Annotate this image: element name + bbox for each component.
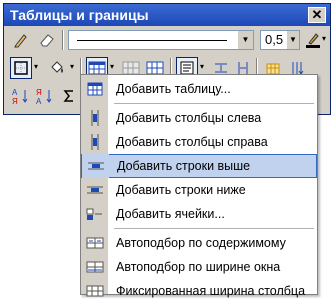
menu-item-fixed-column-width[interactable]: Фиксированная ширина столбца <box>81 279 317 299</box>
insert-table-icon <box>81 77 108 101</box>
menu-item-label: Добавить строки выше <box>117 159 251 173</box>
shading-color-icon[interactable] <box>46 57 68 79</box>
toolbar-row-1: ▼ 0,5 ▼ ▾ <box>4 26 330 54</box>
menu-item-label: Фиксированная ширина столбца <box>116 284 306 298</box>
line-weight-value: 0,5 <box>265 32 284 47</box>
line-style-dropdown[interactable]: ▼ <box>68 30 254 50</box>
chevron-down-icon[interactable]: ▾ <box>322 34 326 44</box>
svg-text:Я: Я <box>36 88 42 97</box>
menu-item-label: Автоподбор по ширине окна <box>116 260 281 274</box>
chevron-down-icon[interactable]: ▾ <box>110 62 114 72</box>
border-color-icon[interactable] <box>302 29 324 51</box>
sort-asc-icon[interactable]: АЯ <box>10 85 32 107</box>
menu-item-label: Автоподбор по содержимому <box>116 236 286 250</box>
svg-text:А: А <box>36 97 42 105</box>
menu-item-insert-rows-above[interactable]: Добавить строки выше <box>81 154 317 178</box>
menu-item-autofit-contents[interactable]: Автоподбор по содержимому <box>81 231 317 255</box>
svg-text:Я: Я <box>12 97 18 105</box>
chevron-down-icon: ▼ <box>237 31 253 49</box>
menu-item-insert-cells[interactable]: Добавить ячейки... <box>81 202 317 226</box>
menu-item-insert-table[interactable]: Добавить таблицу... <box>81 77 317 101</box>
svg-text:А: А <box>12 88 18 97</box>
toolbar-title-bar[interactable]: Таблицы и границы ✕ <box>4 4 330 26</box>
outside-border-icon[interactable] <box>10 57 32 79</box>
chevron-down-icon: ▼ <box>287 31 299 49</box>
chevron-down-icon[interactable]: ▾ <box>200 62 204 72</box>
autofit-contents-icon <box>81 231 108 255</box>
chevron-down-icon[interactable]: ▾ <box>34 62 38 72</box>
menu-item-insert-columns-right[interactable]: Добавить столбцы справа <box>81 130 317 154</box>
close-button[interactable]: ✕ <box>308 7 326 23</box>
menu-item-insert-columns-left[interactable]: Добавить столбцы слева <box>81 106 317 130</box>
chevron-down-icon[interactable]: ▾ <box>70 62 74 72</box>
insert-cells-icon <box>81 202 108 226</box>
insert-rows-below-icon <box>81 178 108 202</box>
menu-item-autofit-window[interactable]: Автоподбор по ширине окна <box>81 255 317 279</box>
insert-columns-right-icon <box>81 130 108 154</box>
fixed-column-width-icon <box>81 279 108 299</box>
autosum-icon[interactable] <box>58 85 80 107</box>
eraser-icon[interactable] <box>36 29 58 51</box>
menu-item-label: Добавить столбцы справа <box>116 135 268 149</box>
pencil-icon[interactable] <box>10 29 32 51</box>
line-weight-dropdown[interactable]: 0,5 ▼ <box>260 30 300 50</box>
screen: Таблицы и границы ✕ ▼ 0,5 ▼ ▾ ▾ ▾ ▾ ▾ А … <box>0 0 336 299</box>
toolbar-title: Таблицы и границы <box>10 7 149 23</box>
autofit-window-icon <box>81 255 108 279</box>
sort-desc-icon[interactable]: ЯА <box>34 85 56 107</box>
menu-item-label: Добавить столбцы слева <box>116 111 262 125</box>
menu-item-insert-rows-below[interactable]: Добавить строки ниже <box>81 178 317 202</box>
menu-item-label: Добавить ячейки... <box>116 207 225 221</box>
insert-table-menu: Добавить таблицу... Добавить столбцы сле… <box>80 74 318 298</box>
insert-rows-above-icon <box>82 154 109 178</box>
insert-columns-left-icon <box>81 106 108 130</box>
menu-item-label: Добавить строки ниже <box>116 183 246 197</box>
menu-item-label: Добавить таблицу... <box>116 82 231 96</box>
